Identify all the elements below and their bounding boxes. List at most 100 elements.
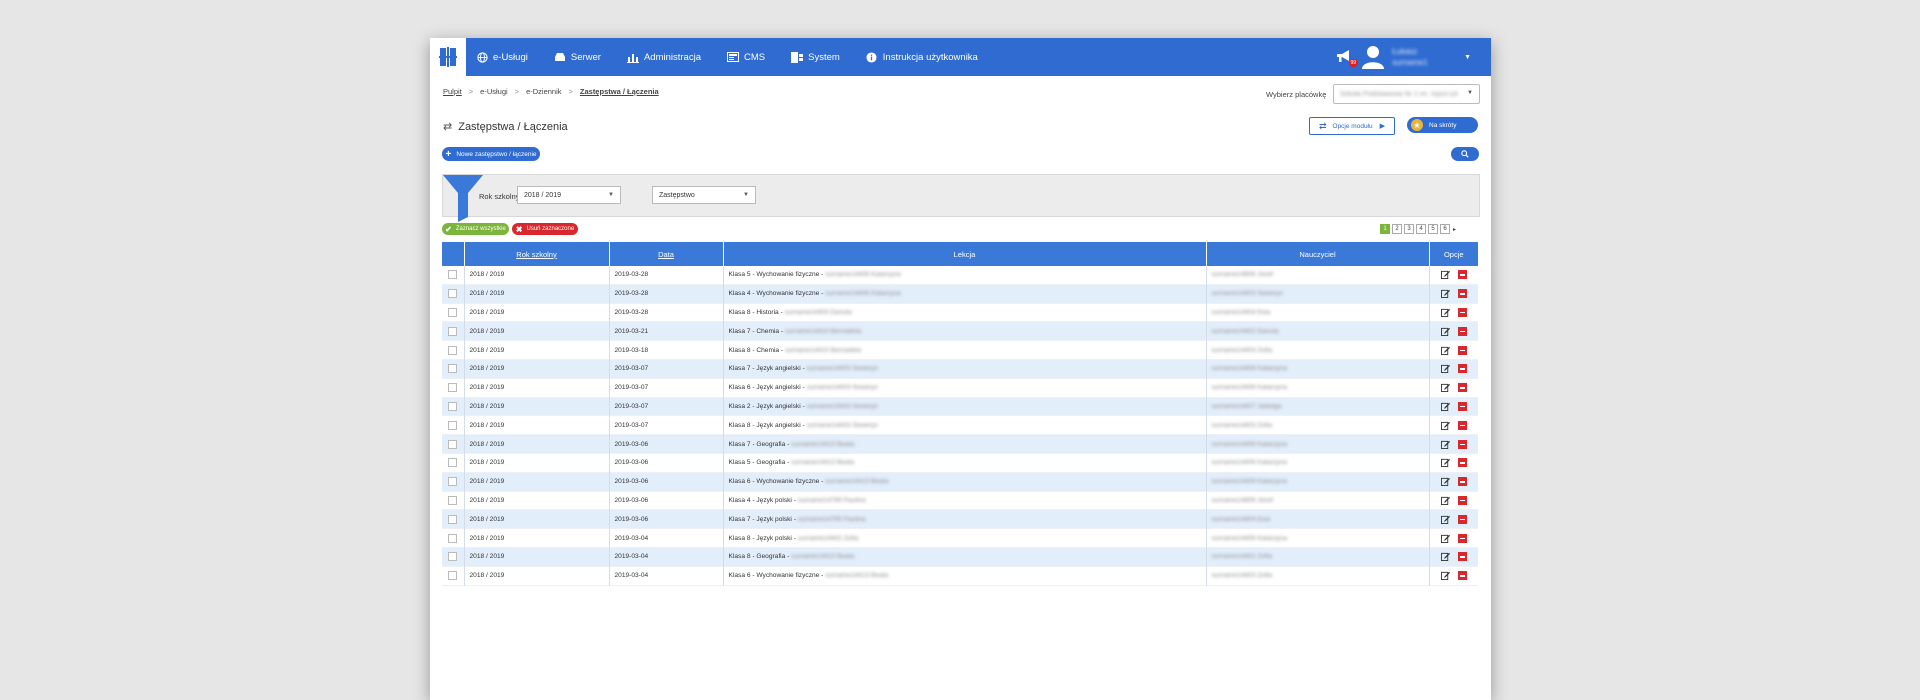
- search-button[interactable]: [1451, 147, 1479, 161]
- nav-item-administracja[interactable]: Administracja: [626, 51, 701, 63]
- module-options-label: Opcje modułu: [1332, 122, 1373, 130]
- edit-icon[interactable]: [1440, 364, 1450, 374]
- row-checkbox[interactable]: [448, 289, 458, 299]
- row-checkbox[interactable]: [448, 270, 458, 280]
- lekcja-text: Klasa 6 - Język angielski -: [728, 384, 807, 392]
- row-checkbox[interactable]: [448, 364, 458, 374]
- page-2[interactable]: 2: [1392, 224, 1402, 234]
- breadcrumb-pulpit[interactable]: Pulpit: [443, 87, 462, 96]
- cell-opcje: [1428, 266, 1478, 285]
- row-checkbox-cell: [442, 509, 464, 529]
- delete-icon[interactable]: [1457, 364, 1467, 374]
- select-all-button[interactable]: ✔ Zaznacz wszystkie: [442, 223, 509, 235]
- edit-icon[interactable]: [1440, 571, 1450, 581]
- row-checkbox[interactable]: [448, 307, 458, 317]
- chevron-down-icon[interactable]: ▼: [1464, 54, 1471, 61]
- school-year-select[interactable]: 2018 / 2019 ▼: [517, 186, 621, 204]
- cell-lekcja: Klasa 7 - Geografia - surname14413 Beata: [722, 434, 1206, 454]
- row-checkbox[interactable]: [448, 326, 458, 336]
- cell-lekcja: Klasa 4 - Wychowanie fizyczne - surname1…: [722, 284, 1206, 304]
- page-1[interactable]: 1: [1380, 224, 1390, 234]
- page-5[interactable]: 5: [1428, 224, 1438, 234]
- cell-data: 2019-03-06: [608, 509, 723, 529]
- edit-icon[interactable]: [1440, 346, 1450, 355]
- delete-icon[interactable]: [1457, 289, 1467, 299]
- delete-icon[interactable]: [1457, 477, 1467, 487]
- row-checkbox-cell: [442, 266, 464, 284]
- delete-selected-label: Usuń zaznaczone: [526, 226, 575, 232]
- page-3[interactable]: 3: [1404, 224, 1414, 234]
- edit-icon[interactable]: [1440, 421, 1450, 430]
- row-checkbox[interactable]: [448, 383, 458, 393]
- edit-icon[interactable]: [1440, 289, 1450, 299]
- page-6[interactable]: 6: [1440, 224, 1450, 234]
- delete-icon[interactable]: [1457, 383, 1467, 393]
- table-row: 2018 / 2019 2019-03-28 Klasa 5 - Wychowani…: [442, 266, 1478, 285]
- edit-icon[interactable]: [1440, 308, 1450, 317]
- placowka-select[interactable]: Szkoła Podstawowa Nr 1 im. mjscł.szł... …: [1333, 84, 1480, 104]
- row-checkbox[interactable]: [448, 345, 458, 355]
- substitution-type-select[interactable]: Zastępstwo ▼: [652, 186, 756, 204]
- user-menu[interactable]: 99 Łukasz surname1 ▼: [1336, 38, 1471, 76]
- nav-item-system[interactable]: System: [791, 51, 840, 63]
- nav-item-cms[interactable]: CMS: [726, 51, 765, 63]
- row-checkbox[interactable]: [448, 477, 458, 487]
- new-substitution-button[interactable]: + Nowe zastępstwo / łączenie: [442, 147, 540, 161]
- close-icon: ✖: [515, 224, 523, 234]
- delete-icon[interactable]: [1457, 439, 1467, 449]
- nav-item-instrukcja[interactable]: Instrukcja użytkownika: [866, 51, 978, 63]
- edit-icon[interactable]: [1440, 515, 1450, 524]
- nav-item-label: System: [808, 51, 840, 63]
- edit-icon[interactable]: [1440, 383, 1450, 393]
- edit-icon[interactable]: [1440, 327, 1450, 336]
- edit-icon[interactable]: [1440, 270, 1450, 280]
- page-4[interactable]: 4: [1416, 224, 1426, 234]
- header-data[interactable]: Data: [608, 242, 723, 266]
- edit-icon[interactable]: [1440, 458, 1450, 468]
- megaphone-icon[interactable]: 99: [1336, 50, 1359, 67]
- header-rok-szkolny[interactable]: Rok szkolny: [463, 242, 609, 266]
- delete-icon[interactable]: [1457, 326, 1467, 336]
- row-checkbox[interactable]: [448, 495, 458, 505]
- row-checkbox[interactable]: [448, 514, 458, 524]
- delete-icon[interactable]: [1457, 458, 1467, 468]
- edit-icon[interactable]: [1440, 496, 1450, 505]
- row-checkbox[interactable]: [448, 571, 458, 581]
- row-checkbox[interactable]: [448, 439, 458, 449]
- row-checkbox[interactable]: [448, 533, 458, 543]
- table-row: 2018 / 2019 2019-03-06 Klasa 6 - Wychowani…: [442, 472, 1478, 492]
- breadcrumb-e-dziennik[interactable]: e-Dziennik: [526, 87, 561, 96]
- delete-icon[interactable]: [1457, 514, 1467, 524]
- shortcuts-button[interactable]: ★ Na skróty: [1407, 117, 1478, 133]
- delete-icon[interactable]: [1457, 533, 1467, 543]
- app-logo[interactable]: [430, 38, 466, 76]
- lekcja-text: Klasa 8 - Historia -: [728, 308, 785, 316]
- edit-icon[interactable]: [1440, 552, 1450, 562]
- delete-icon[interactable]: [1457, 420, 1467, 430]
- row-checkbox[interactable]: [448, 401, 458, 411]
- next-page-icon[interactable]: ▸: [1453, 226, 1456, 233]
- delete-selected-button[interactable]: ✖ Usuń zaznaczone: [512, 223, 578, 235]
- delete-icon[interactable]: [1457, 307, 1467, 317]
- row-checkbox[interactable]: [448, 420, 458, 430]
- delete-icon[interactable]: [1457, 345, 1467, 355]
- nav-item-e-uslugi[interactable]: e-Usługi: [476, 51, 528, 63]
- delete-icon[interactable]: [1457, 495, 1467, 505]
- row-checkbox-cell: [442, 453, 464, 472]
- delete-icon[interactable]: [1457, 270, 1467, 280]
- edit-icon[interactable]: [1440, 440, 1450, 449]
- module-options-button[interactable]: ⇄ Opcje modułu ▶: [1309, 117, 1395, 135]
- delete-icon[interactable]: [1457, 552, 1467, 562]
- cell-opcje: [1428, 566, 1478, 586]
- row-checkbox[interactable]: [448, 458, 458, 468]
- delete-icon[interactable]: [1457, 401, 1467, 411]
- breadcrumb-e-uslugi[interactable]: e-Usługi: [480, 87, 508, 96]
- nauczyciel-name: surname14404 Ewa: [1211, 308, 1271, 316]
- edit-icon[interactable]: [1440, 534, 1450, 543]
- row-checkbox[interactable]: [448, 552, 458, 562]
- nav-item-serwer[interactable]: Serwer: [554, 51, 601, 63]
- edit-icon[interactable]: [1440, 402, 1450, 411]
- delete-icon[interactable]: [1457, 571, 1467, 581]
- edit-icon[interactable]: [1440, 477, 1450, 487]
- nauczyciel-name: surname14406 Katarzyna: [1211, 459, 1288, 467]
